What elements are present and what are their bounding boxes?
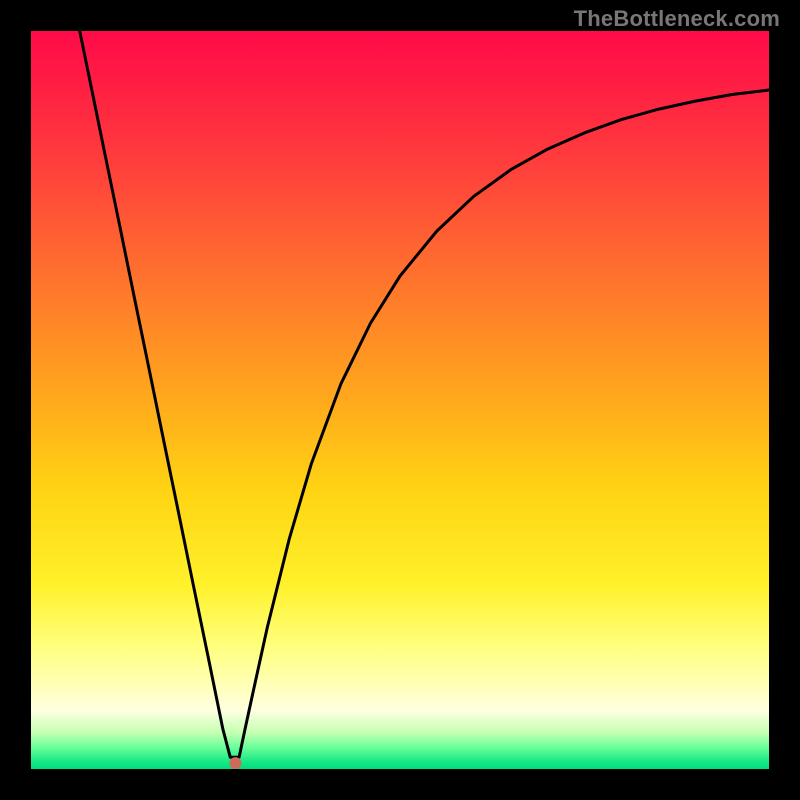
watermark-text: TheBottleneck.com: [574, 6, 780, 32]
bottleneck-curve: [80, 31, 769, 757]
chart-frame: TheBottleneck.com: [0, 0, 800, 800]
min-point-dot: [229, 757, 241, 769]
curve-overlay: [31, 31, 769, 769]
